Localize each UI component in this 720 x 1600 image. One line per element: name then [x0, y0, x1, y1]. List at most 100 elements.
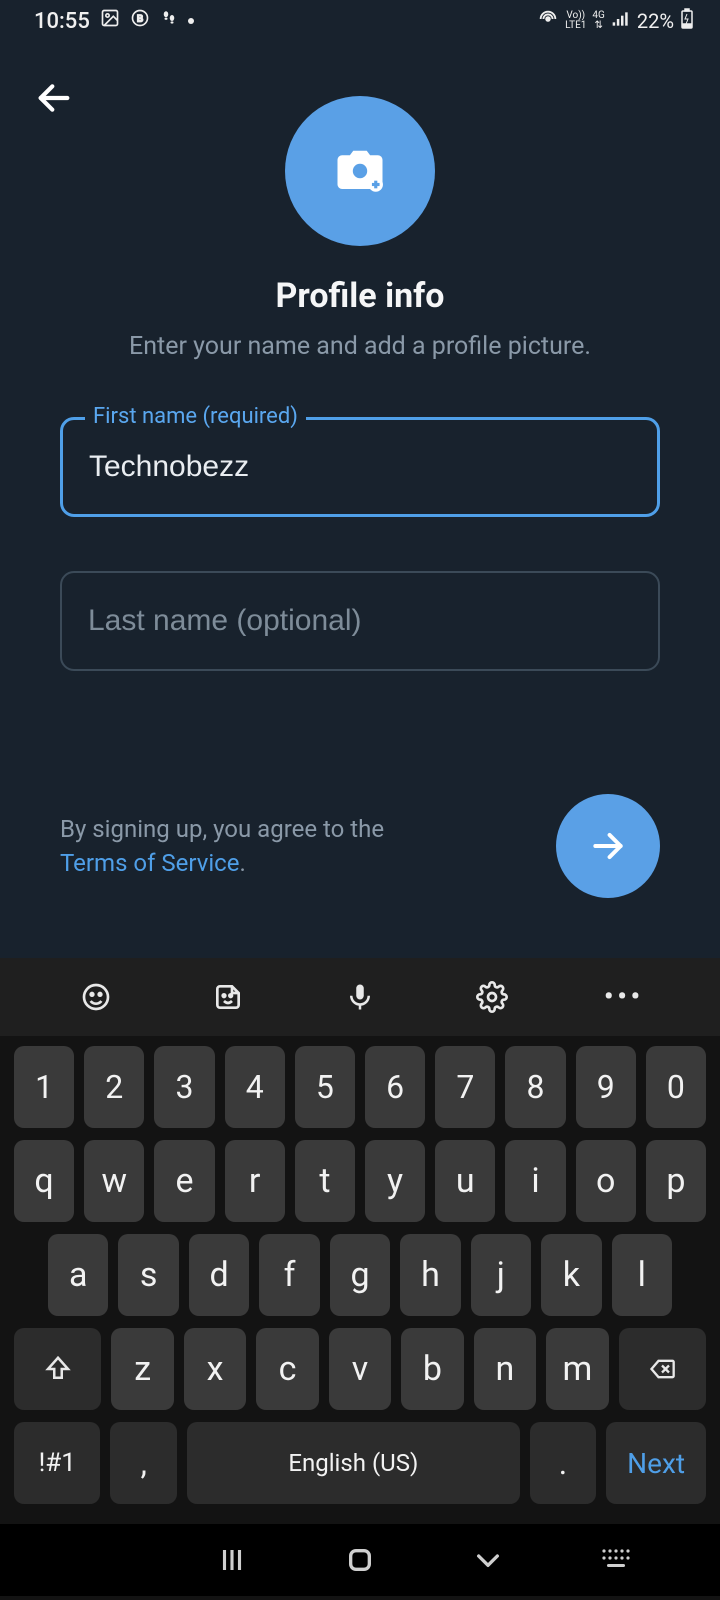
key-q[interactable]: q — [14, 1140, 74, 1222]
key-j[interactable]: j — [471, 1234, 531, 1316]
first-name-input[interactable] — [63, 420, 657, 514]
key-space[interactable]: English (US) — [187, 1422, 520, 1504]
key-symbols[interactable]: !#1 — [14, 1422, 100, 1504]
key-f[interactable]: f — [259, 1234, 319, 1316]
nav-back[interactable] — [466, 1538, 510, 1582]
key-i[interactable]: i — [505, 1140, 565, 1222]
more-icon: ••• — [604, 982, 644, 1012]
mic-icon — [345, 980, 375, 1014]
status-time: 10:55 — [34, 9, 90, 34]
key-d[interactable]: d — [189, 1234, 249, 1316]
add-photo-button[interactable] — [285, 96, 435, 246]
battery-icon — [680, 8, 694, 35]
page-title: Profile info — [0, 276, 720, 316]
key-o[interactable]: o — [576, 1140, 636, 1222]
key-next[interactable]: Next — [606, 1422, 706, 1504]
terms-suffix: . — [239, 849, 245, 877]
emoji-button[interactable] — [76, 977, 116, 1017]
soft-keyboard: ••• 1 2 3 4 5 6 7 8 9 0 q w e r t y u i … — [0, 958, 720, 1600]
app-b-icon: B — [130, 8, 150, 34]
key-comma[interactable]: , — [110, 1422, 177, 1504]
key-k[interactable]: k — [541, 1234, 601, 1316]
key-6[interactable]: 6 — [365, 1046, 425, 1128]
key-row-3: a s d f g h j k l — [14, 1234, 706, 1316]
svg-text:B: B — [137, 13, 143, 23]
arrow-right-icon — [589, 827, 627, 865]
key-p[interactable]: p — [646, 1140, 706, 1222]
key-w[interactable]: w — [84, 1140, 144, 1222]
key-c[interactable]: c — [256, 1328, 318, 1410]
chevron-down-icon — [472, 1544, 504, 1576]
nav-recents[interactable] — [210, 1538, 254, 1582]
key-3[interactable]: 3 — [154, 1046, 214, 1128]
key-7[interactable]: 7 — [435, 1046, 495, 1128]
key-u[interactable]: u — [435, 1140, 495, 1222]
key-g[interactable]: g — [330, 1234, 390, 1316]
settings-button[interactable] — [472, 977, 512, 1017]
first-name-label: First name (required) — [85, 404, 306, 429]
key-row-4: z x c v b n m — [14, 1328, 706, 1410]
status-bar: 10:55 B Vo))LTE1 4G⇅ 22% — [0, 0, 720, 42]
recents-icon — [217, 1545, 247, 1575]
volte-label: Vo))LTE1 — [565, 11, 586, 31]
sticker-button[interactable] — [208, 977, 248, 1017]
key-s[interactable]: s — [118, 1234, 178, 1316]
nav-home[interactable] — [338, 1538, 382, 1582]
key-1[interactable]: 1 — [14, 1046, 74, 1128]
key-row-2: q w e r t y u i o p — [14, 1140, 706, 1222]
key-b[interactable]: b — [401, 1328, 463, 1410]
key-5[interactable]: 5 — [295, 1046, 355, 1128]
key-row-1: 1 2 3 4 5 6 7 8 9 0 — [14, 1046, 706, 1128]
key-period[interactable]: . — [530, 1422, 597, 1504]
image-icon — [100, 8, 120, 34]
key-t[interactable]: t — [295, 1140, 355, 1222]
keyboard-toolbar: ••• — [0, 958, 720, 1036]
key-2[interactable]: 2 — [84, 1046, 144, 1128]
key-y[interactable]: y — [365, 1140, 425, 1222]
key-0[interactable]: 0 — [646, 1046, 706, 1128]
nav-keyboard-switch[interactable] — [594, 1538, 638, 1582]
first-name-field[interactable]: First name (required) — [60, 417, 660, 517]
key-x[interactable]: x — [184, 1328, 246, 1410]
keyboard-switch-icon — [601, 1548, 631, 1572]
last-name-field[interactable] — [60, 571, 660, 671]
key-4[interactable]: 4 — [225, 1046, 285, 1128]
last-name-input[interactable] — [62, 573, 658, 669]
network-label: 4G⇅ — [592, 11, 604, 31]
status-left: 10:55 B — [34, 8, 194, 34]
profile-form: First name (required) — [0, 417, 720, 671]
key-n[interactable]: n — [474, 1328, 536, 1410]
footsteps-icon — [160, 8, 178, 34]
sticker-icon — [212, 981, 244, 1013]
key-a[interactable]: a — [48, 1234, 108, 1316]
avatar-section — [0, 96, 720, 246]
key-9[interactable]: 9 — [576, 1046, 636, 1128]
system-nav-bar — [0, 1524, 720, 1596]
signal-icon — [611, 9, 631, 34]
key-e[interactable]: e — [154, 1140, 214, 1222]
key-l[interactable]: l — [612, 1234, 672, 1316]
mic-button[interactable] — [340, 977, 380, 1017]
key-v[interactable]: v — [329, 1328, 391, 1410]
terms-row: By signing up, you agree to the Terms of… — [60, 794, 660, 898]
shift-icon — [43, 1354, 73, 1384]
key-row-5: !#1 , English (US) . Next — [14, 1422, 706, 1504]
key-m[interactable]: m — [546, 1328, 608, 1410]
key-h[interactable]: h — [400, 1234, 460, 1316]
battery-label: 22% — [637, 9, 674, 33]
keyboard-rows: 1 2 3 4 5 6 7 8 9 0 q w e r t y u i o p … — [0, 1036, 720, 1524]
terms-link[interactable]: Terms of Service — [60, 849, 239, 877]
key-8[interactable]: 8 — [505, 1046, 565, 1128]
dot-icon — [188, 18, 194, 24]
next-fab[interactable] — [556, 794, 660, 898]
key-z[interactable]: z — [111, 1328, 173, 1410]
more-button[interactable]: ••• — [604, 977, 644, 1017]
key-r[interactable]: r — [225, 1140, 285, 1222]
key-backspace[interactable] — [619, 1328, 706, 1410]
home-icon — [344, 1544, 376, 1576]
key-shift[interactable] — [14, 1328, 101, 1410]
hotspot-icon — [537, 8, 559, 35]
back-button[interactable] — [34, 78, 82, 126]
terms-prefix: By signing up, you agree to the — [60, 815, 384, 843]
status-right: Vo))LTE1 4G⇅ 22% — [537, 8, 694, 35]
